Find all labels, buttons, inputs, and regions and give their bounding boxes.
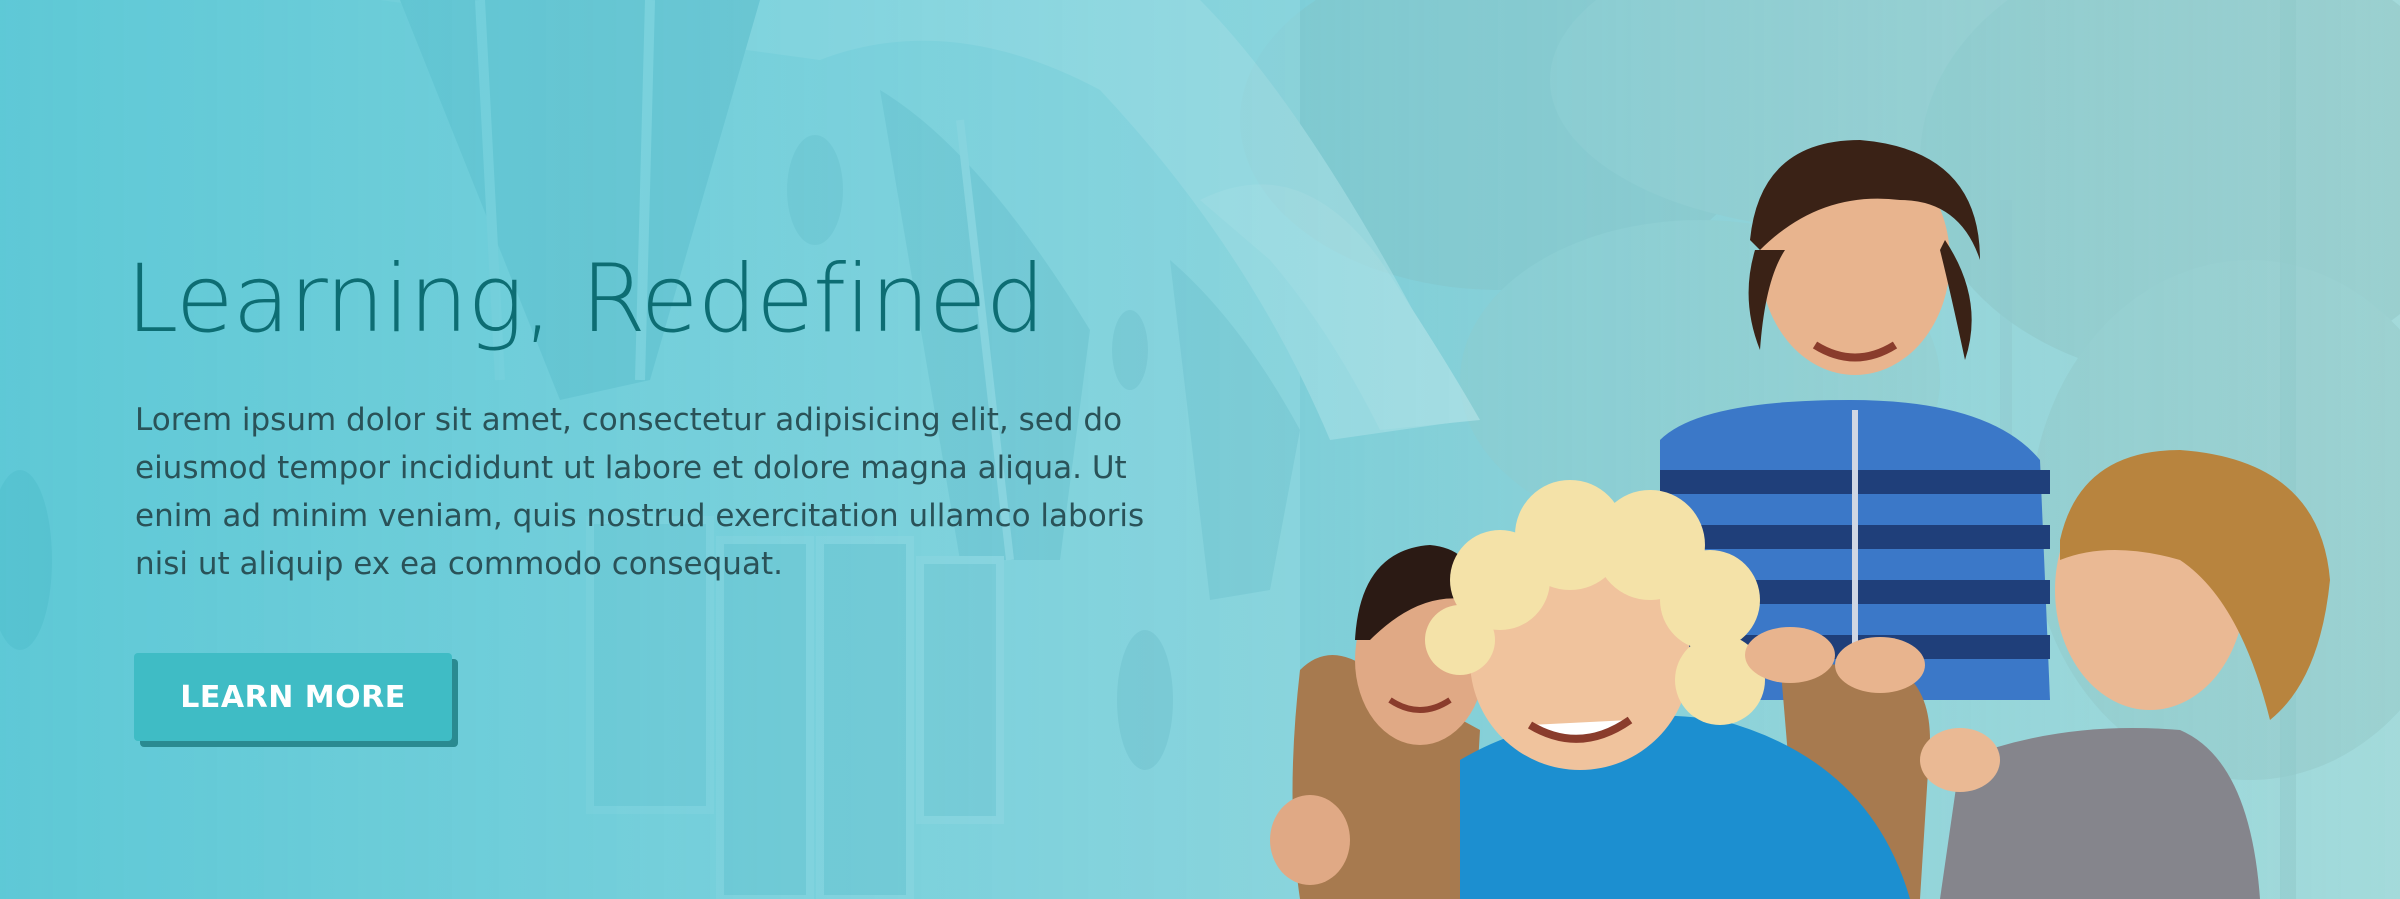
hero-banner: Learning, Redefined Lorem ipsum dolor si… (0, 0, 2400, 899)
hero-headline: Learning, Redefined (126, 245, 1045, 354)
hero-content: Learning, Redefined Lorem ipsum dolor si… (126, 240, 1206, 588)
hero-description: Lorem ipsum dolor sit amet, consectetur … (135, 402, 1145, 582)
learn-more-button[interactable]: LEARN MORE (134, 653, 452, 741)
